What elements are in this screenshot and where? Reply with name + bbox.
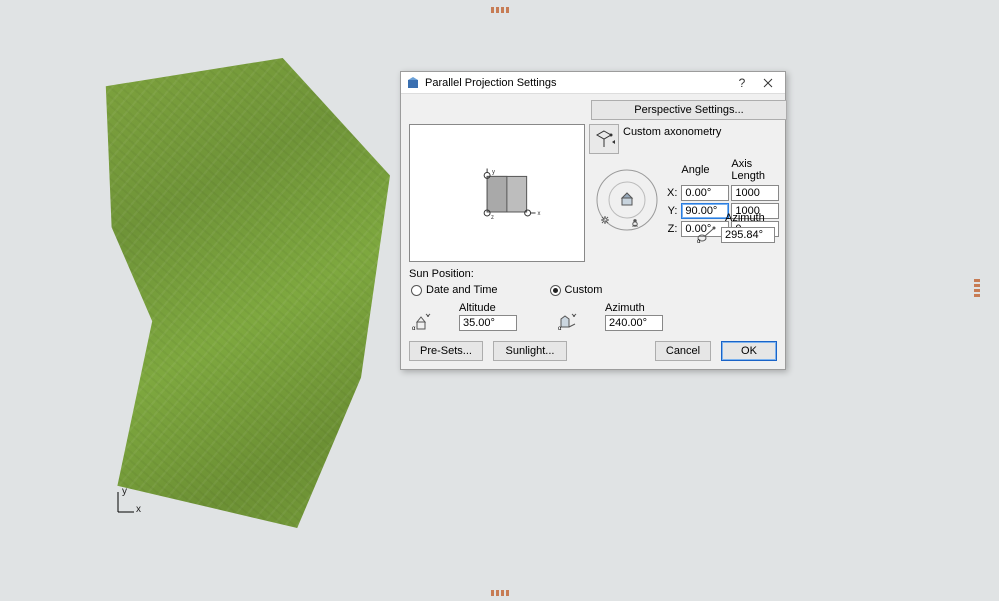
camera-azimuth-input[interactable]: [721, 227, 775, 243]
altitude-label: Altitude: [459, 302, 517, 314]
svg-text:α: α: [412, 326, 416, 331]
close-icon: [763, 78, 773, 88]
svg-text:α: α: [558, 326, 562, 331]
terrain-mesh[interactable]: [100, 58, 390, 528]
x-label: X:: [667, 185, 679, 201]
axis-length-header: Axis Length: [731, 158, 779, 183]
presets-button[interactable]: Pre-Sets...: [409, 341, 483, 361]
cancel-label: Cancel: [666, 345, 700, 357]
x-angle-input[interactable]: [681, 185, 729, 201]
ok-label: OK: [741, 345, 757, 357]
svg-text:y: y: [492, 169, 495, 175]
altitude-input[interactable]: [459, 315, 517, 331]
z-label: Z:: [667, 221, 679, 237]
axonometry-icon: [593, 128, 615, 150]
parallel-projection-dialog: Parallel Projection Settings ? Perspecti…: [400, 71, 786, 370]
radio-dot-icon: [550, 285, 561, 296]
dialog-title: Parallel Projection Settings: [425, 77, 729, 89]
app-icon: [407, 77, 419, 89]
sunlight-button[interactable]: Sunlight...: [493, 341, 567, 361]
radio-datetime-label: Date and Time: [426, 284, 498, 296]
y-angle-input[interactable]: [681, 203, 729, 219]
azimuth-dial[interactable]: [591, 164, 663, 236]
camera-azimuth-label: Azimuth: [725, 212, 765, 224]
radio-custom-label: Custom: [565, 284, 603, 296]
radio-custom[interactable]: Custom: [550, 284, 603, 296]
angle-header: Angle: [681, 158, 729, 183]
axonometry-type-button[interactable]: [589, 124, 619, 154]
perspective-settings-button[interactable]: Perspective Settings...: [591, 100, 787, 120]
cancel-button[interactable]: Cancel: [655, 341, 711, 361]
camera-icon: α: [695, 226, 717, 244]
altitude-icon: α: [411, 313, 433, 331]
page-handle-top: [490, 0, 520, 6]
radio-dot-icon: [411, 285, 422, 296]
x-length-input[interactable]: [731, 185, 779, 201]
sun-azimuth-input[interactable]: [605, 315, 663, 331]
projection-preview[interactable]: y x z: [409, 124, 585, 262]
page-handle-right: [981, 278, 987, 308]
y-label: Y:: [667, 203, 679, 219]
sun-position-label: Sun Position:: [409, 268, 777, 280]
ok-button[interactable]: OK: [721, 341, 777, 361]
svg-text:α: α: [697, 239, 701, 244]
perspective-settings-label: Perspective Settings...: [634, 104, 743, 116]
axis-indicator: y x: [106, 490, 134, 516]
dialog-titlebar[interactable]: Parallel Projection Settings ?: [401, 72, 785, 94]
presets-label: Pre-Sets...: [420, 345, 472, 357]
sun-azimuth-icon: α: [557, 313, 579, 331]
axis-y-label: y: [122, 486, 127, 497]
close-button[interactable]: [755, 74, 781, 92]
page-handle-bottom: [490, 583, 520, 589]
svg-text:z: z: [491, 215, 494, 221]
radio-datetime[interactable]: Date and Time: [411, 284, 498, 296]
sunlight-label: Sunlight...: [506, 345, 555, 357]
svg-text:x: x: [538, 211, 541, 217]
axis-x-label: x: [136, 504, 141, 515]
help-button[interactable]: ?: [729, 74, 755, 92]
sun-azimuth-label: Azimuth: [605, 302, 663, 314]
axonometry-title: Custom axonometry: [623, 124, 721, 138]
